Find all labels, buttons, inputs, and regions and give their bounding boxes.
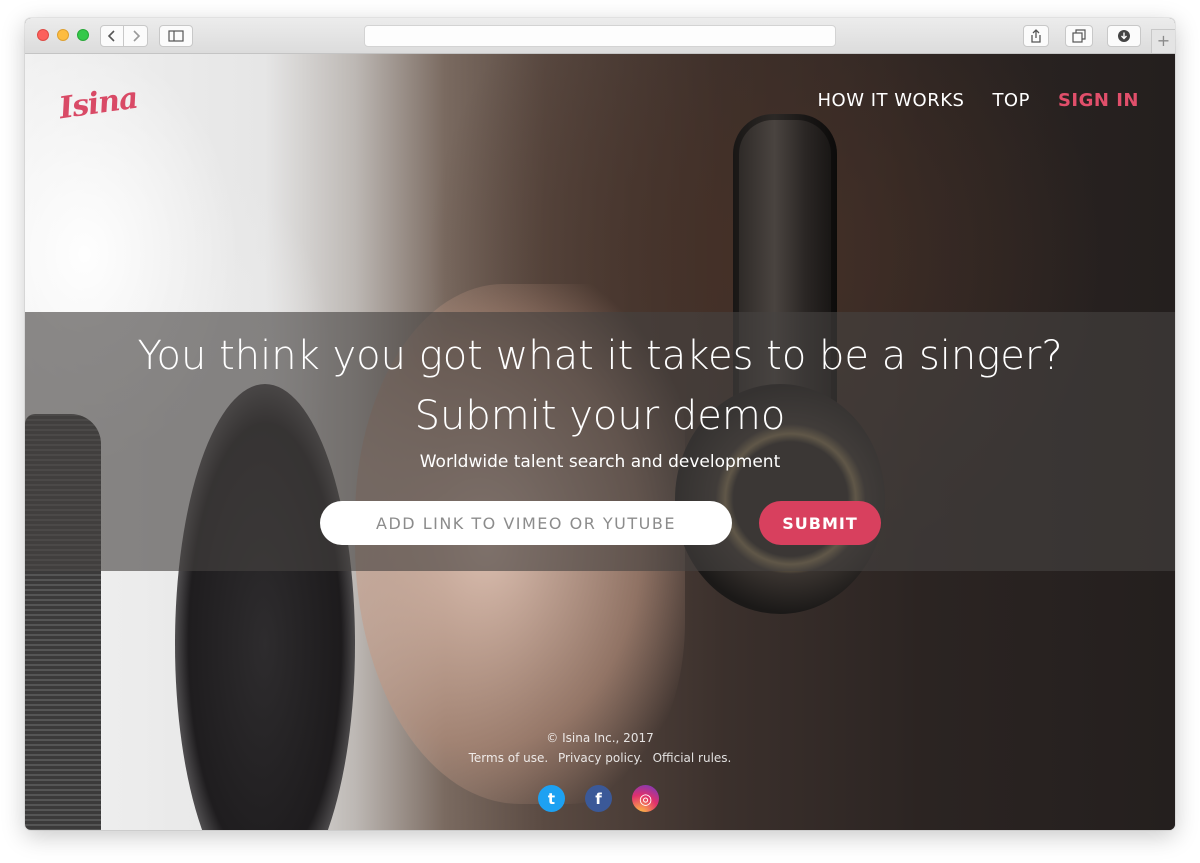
- nav-top[interactable]: TOP: [992, 90, 1030, 111]
- instagram-icon[interactable]: ◎: [632, 785, 659, 812]
- download-icon: [1118, 30, 1130, 42]
- top-nav: HOW IT WORKS TOP SIGN IN: [817, 90, 1139, 111]
- show-tabs-button[interactable]: [1065, 25, 1093, 47]
- social-links: t f ◎: [538, 785, 659, 812]
- browser-window: + Isina HOW IT WORKS TOP SIGN IN You thi…: [25, 18, 1175, 830]
- chevron-left-icon: [107, 30, 115, 42]
- sidebar-toggle-button[interactable]: [159, 25, 193, 47]
- hero-title-line1: You think you got what it takes to be a …: [137, 333, 1063, 379]
- share-icon: [1031, 29, 1041, 43]
- footer-links: Terms of use. Privacy policy. Official r…: [25, 751, 1175, 765]
- official-rules-link[interactable]: Official rules.: [653, 751, 732, 765]
- sidebar-icon: [168, 30, 184, 42]
- chevron-right-icon: [132, 30, 140, 42]
- footer-copyright: © Isina Inc., 2017: [546, 731, 654, 745]
- browser-toolbar: +: [25, 18, 1175, 54]
- new-tab-button[interactable]: +: [1151, 29, 1175, 53]
- back-button[interactable]: [100, 25, 124, 47]
- landing-page: Isina HOW IT WORKS TOP SIGN IN You think…: [25, 54, 1175, 830]
- nav-how-it-works[interactable]: HOW IT WORKS: [817, 90, 964, 111]
- hero-title: You think you got what it takes to be a …: [25, 326, 1175, 446]
- close-window-button[interactable]: [37, 29, 49, 41]
- address-bar[interactable]: [364, 25, 836, 47]
- facebook-icon[interactable]: f: [585, 785, 612, 812]
- hero-title-line2: Submit your demo: [414, 393, 786, 439]
- demo-link-input[interactable]: [320, 501, 732, 545]
- zoom-window-button[interactable]: [77, 29, 89, 41]
- minimize-window-button[interactable]: [57, 29, 69, 41]
- twitter-icon[interactable]: t: [538, 785, 565, 812]
- downloads-button[interactable]: [1107, 25, 1141, 47]
- privacy-link[interactable]: Privacy policy.: [558, 751, 643, 765]
- hero-subtitle: Worldwide talent search and development: [419, 452, 781, 472]
- isina-logo[interactable]: Isina: [57, 81, 140, 127]
- submit-button[interactable]: SUBMIT: [759, 501, 881, 545]
- nav-sign-in[interactable]: SIGN IN: [1058, 90, 1139, 111]
- tabs-icon: [1072, 29, 1086, 43]
- share-button[interactable]: [1023, 25, 1049, 47]
- forward-button[interactable]: [124, 25, 148, 47]
- terms-link[interactable]: Terms of use.: [469, 751, 549, 765]
